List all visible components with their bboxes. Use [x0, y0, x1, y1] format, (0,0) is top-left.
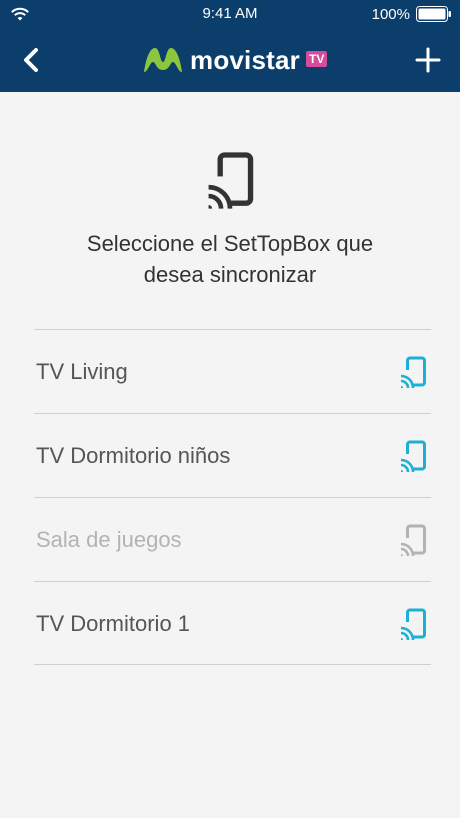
sync-prompt: Seleccione el SetTopBox que desea sincro… [40, 228, 420, 290]
device-list: TV Living TV Dormitorio niños Sala de ju… [34, 329, 431, 665]
movistar-logo-icon [144, 48, 182, 72]
device-label: TV Living [36, 359, 128, 384]
plus-icon[interactable] [414, 46, 442, 74]
device-label: TV Dormitorio niños [36, 443, 231, 468]
cast-icon [206, 152, 254, 209]
tv-badge: TV [305, 51, 328, 67]
cast-icon [400, 440, 426, 472]
logo-text: movistar [190, 44, 300, 75]
device-label: TV Dormitorio 1 [36, 611, 191, 636]
movistar-logo: movistar TV [140, 40, 328, 80]
chevron-left-icon[interactable] [18, 44, 46, 76]
header: 9:41 AM 100% movistar TV [0, 0, 460, 92]
device-row-tv-dormitorio-ninos[interactable]: TV Dormitorio niños [34, 413, 431, 497]
prompt-line-1: Seleccione el SetTopBox que [86, 231, 374, 256]
device-row-tv-living[interactable]: TV Living [34, 329, 431, 413]
battery-percent: 100% [371, 5, 410, 23]
status-bar: 9:41 AM 100% [0, 0, 460, 28]
device-label: Sala de juegos [36, 527, 182, 552]
device-row-sala-de-juegos: Sala de juegos [34, 497, 431, 581]
prompt-line-2: desea sincronizar [143, 262, 317, 287]
device-row-tv-dormitorio-1[interactable]: TV Dormitorio 1 [34, 581, 431, 665]
cast-icon [400, 356, 426, 388]
battery-icon [416, 6, 451, 22]
cast-icon [400, 524, 426, 556]
nav-bar: movistar TV [0, 28, 460, 92]
cast-icon [400, 608, 426, 640]
